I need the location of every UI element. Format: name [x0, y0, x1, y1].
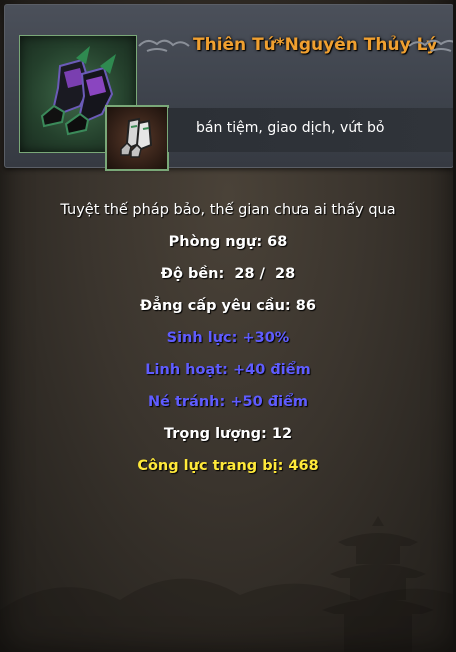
stat-equip-power: Công lực trang bị: 468 [137, 458, 319, 474]
boots-small-icon [120, 117, 153, 158]
stat-dodge: Né tránh: +50 điểm [147, 394, 309, 410]
item-header: Thiên Tứ*Nguyên Thủy Lý bán tiệm, giao d… [4, 4, 456, 171]
stat-vitality: Sinh lực: +30% [166, 330, 290, 346]
stat-agility: Linh hoạt: +40 điểm [145, 362, 311, 378]
cloud-ornament-right-icon [408, 39, 456, 52]
stat-durability: Độ bền: 28 / 28 [160, 266, 296, 282]
stat-defense: Phòng ngự: 68 [168, 234, 288, 250]
item-actions-bar: bán tiệm, giao dịch, vứt bỏ [168, 108, 454, 152]
stat-required-level: Đẳng cấp yêu cầu: 86 [140, 298, 316, 314]
item-actions-label: bán tiệm, giao dịch, vứt bỏ [196, 120, 385, 136]
item-title-bar: Thiên Tứ*Nguyên Thủy Lý [137, 25, 456, 67]
item-description: Tuyệt thế pháp bảo, thế gian chưa ai thấ… [60, 202, 396, 218]
stat-weight: Trọng lượng: 12 [163, 426, 293, 442]
background-pagoda-decoration [322, 516, 434, 652]
item-tooltip-panel: Thiên Tứ*Nguyên Thủy Lý bán tiệm, giao d… [0, 0, 456, 652]
item-stats-list: Tuyệt thế pháp bảo, thế gian chưa ai thấ… [0, 198, 456, 486]
item-name: Thiên Tứ*Nguyên Thủy Lý [193, 35, 438, 55]
cloud-ornament-left-icon [138, 39, 190, 52]
item-icon-small[interactable] [105, 105, 169, 171]
